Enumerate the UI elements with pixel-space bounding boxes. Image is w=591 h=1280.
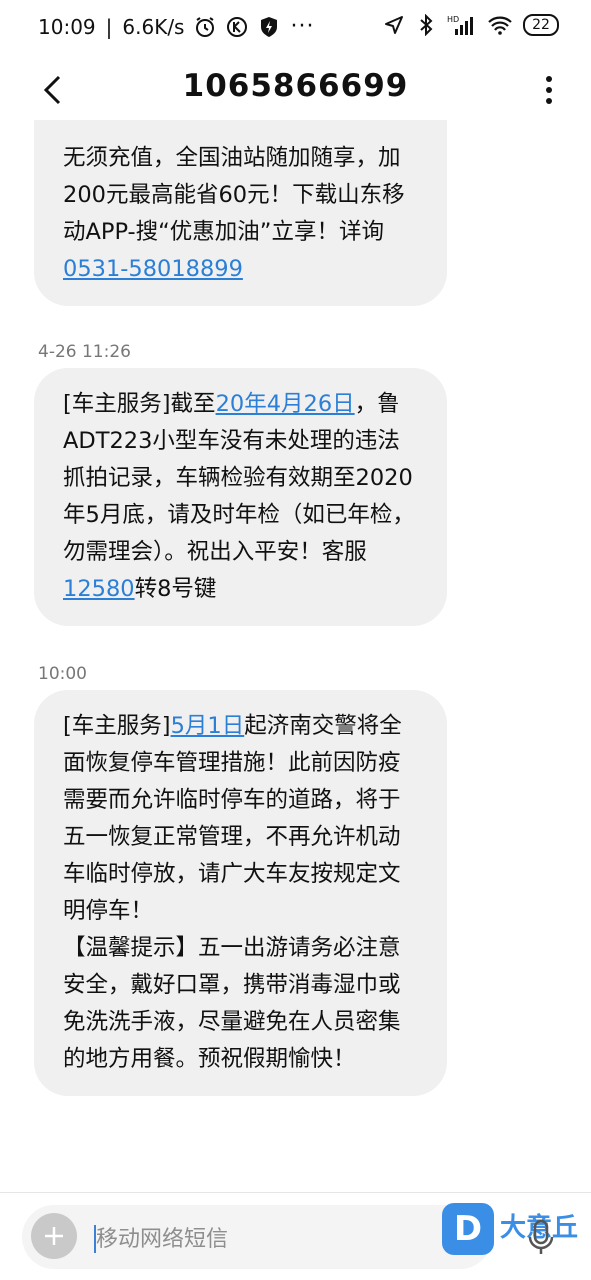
message-text: 【温馨提示】五一出游请务必注意安全，戴好口罩，携带消毒湿巾或免洗洗手液，尽量避免…: [63, 935, 401, 1072]
message-bubble[interactable]: 无须充值，全国油站随加随享，加200元最高能省60元！下载山东移动APP-搜“优…: [34, 120, 447, 306]
message-link[interactable]: 20年4月26日: [216, 391, 355, 417]
alarm-icon: [194, 16, 216, 38]
message-text: [车主服务]截至: [63, 391, 216, 417]
message-input-placeholder: 移动网络短信: [96, 1227, 229, 1252]
more-vertical-icon: [546, 76, 552, 104]
message-link[interactable]: 5月1日: [171, 713, 245, 739]
message-text: 起济南交警将全面恢复停车管理措施！此前因防疫需要而允许临时停车的道路，将于五一恢…: [63, 713, 402, 924]
clock: 10:09: [38, 14, 96, 39]
message-timestamp: 10:00: [38, 664, 87, 684]
message-bubble[interactable]: [车主服务]截至20年4月26日，鲁ADT223小型车没有未处理的违法抓拍记录，…: [34, 368, 447, 626]
more-options-button[interactable]: [537, 70, 561, 110]
microphone-icon: [528, 1219, 554, 1254]
message-text: 无须充值，全国油站随加随享，加200元最高能省60元！下载山东移动APP-搜“优…: [63, 145, 405, 245]
bluetooth-icon: [415, 14, 437, 36]
message-text: 转8号键: [134, 576, 217, 602]
battery-icon: 22: [523, 14, 559, 36]
svg-text:HD: HD: [447, 15, 459, 24]
divider: |: [105, 14, 113, 39]
message-text: [车主服务]: [63, 713, 171, 739]
more-notifications-icon: ···: [290, 14, 315, 39]
signal-icon: HD: [447, 14, 477, 36]
watermark-logo: D: [442, 1203, 494, 1255]
voice-input-button[interactable]: [526, 1217, 556, 1257]
message-link[interactable]: 12580: [63, 576, 135, 602]
attach-button[interactable]: [31, 1213, 77, 1259]
compose-bar: 移动网络短信 D 大意丘: [0, 1193, 591, 1280]
shield-icon: [258, 16, 280, 38]
plus-icon: [45, 1227, 63, 1245]
message-link[interactable]: 0531-58018899: [63, 256, 243, 282]
status-bar: 10:09 | 6.6K/s ··· HD 22: [0, 0, 591, 54]
network-speed: 6.6K/s: [122, 14, 185, 39]
k-icon: [226, 16, 248, 38]
location-icon: [383, 14, 405, 36]
contact-number: 1065866699: [182, 68, 409, 104]
message-text: ，鲁ADT223小型车没有未处理的违法抓拍记录，车辆检验有效期至2020年5月底…: [63, 391, 415, 565]
message-timestamp: 4-26 11:26: [38, 342, 131, 362]
message-bubble[interactable]: [车主服务]5月1日起济南交警将全面恢复停车管理措施！此前因防疫需要而允许临时停…: [34, 690, 447, 1096]
message-input[interactable]: [22, 1205, 492, 1269]
wifi-icon: [487, 14, 513, 36]
conversation-header: 1065866699: [0, 54, 591, 128]
